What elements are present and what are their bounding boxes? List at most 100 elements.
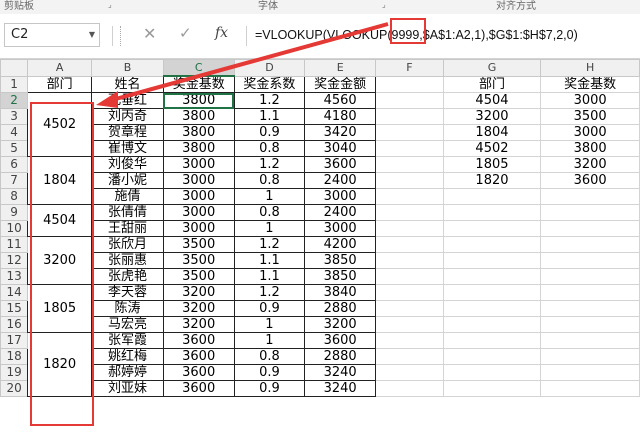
base-cell[interactable]: 3500 [162, 236, 235, 253]
lookup-dept-cell[interactable]: 4504 [442, 92, 542, 109]
lookup-base-cell[interactable]: 3200 [540, 156, 640, 173]
lookup-base-cell[interactable] [540, 252, 640, 269]
header-cell-h[interactable]: 奖金基数 [540, 75, 640, 93]
amount-cell[interactable]: 4180 [304, 108, 377, 125]
lookup-base-cell[interactable] [540, 348, 640, 365]
name-cell[interactable]: 郝婷婷 [91, 364, 164, 381]
row-header[interactable]: 8 [0, 188, 29, 205]
base-cell[interactable]: 3200 [162, 316, 235, 333]
lookup-dept-cell[interactable]: 4502 [442, 140, 542, 157]
lookup-base-cell[interactable] [540, 332, 640, 349]
base-cell[interactable]: 3800 [162, 140, 235, 157]
lookup-dept-cell[interactable] [442, 252, 542, 269]
empty-cell[interactable] [375, 332, 444, 349]
row-header[interactable]: 13 [0, 268, 29, 285]
coef-cell[interactable]: 0.8 [233, 140, 306, 157]
base-cell[interactable]: 3000 [162, 172, 235, 189]
empty-cell[interactable] [375, 380, 444, 397]
empty-cell[interactable] [375, 300, 444, 317]
base-cell[interactable]: 3200 [162, 284, 235, 301]
dept-merged-cell[interactable]: 4502 [27, 92, 93, 157]
header-cell-g[interactable]: 部门 [442, 75, 542, 93]
column-header-b[interactable]: B [91, 59, 164, 77]
row-header[interactable]: 20 [0, 380, 29, 397]
header-cell-e[interactable]: 奖金金额 [304, 75, 377, 93]
name-cell[interactable]: 姚红梅 [91, 348, 164, 365]
amount-cell[interactable]: 3600 [304, 156, 377, 173]
empty-cell[interactable] [375, 236, 444, 253]
row-header[interactable]: 14 [0, 284, 29, 301]
name-box[interactable]: C2 ▼ [4, 23, 100, 47]
select-all-corner[interactable] [0, 59, 29, 77]
name-cell[interactable]: 贺章程 [91, 124, 164, 141]
column-header-f[interactable]: F [375, 59, 444, 77]
name-cell[interactable]: 潘小妮 [91, 172, 164, 189]
row-header[interactable]: 18 [0, 348, 29, 365]
base-cell[interactable]: 3500 [162, 252, 235, 269]
amount-cell[interactable]: 3850 [304, 268, 377, 285]
lookup-base-cell[interactable] [540, 220, 640, 237]
coef-cell[interactable]: 1 [233, 188, 306, 205]
lookup-dept-cell[interactable]: 1805 [442, 156, 542, 173]
row-header[interactable]: 17 [0, 332, 29, 349]
amount-cell[interactable]: 3840 [304, 284, 377, 301]
row-header[interactable]: 6 [0, 156, 29, 173]
column-header-g[interactable]: G [442, 59, 542, 77]
coef-cell[interactable]: 1.1 [233, 108, 306, 125]
dept-merged-cell[interactable]: 4504 [27, 204, 93, 237]
row-header[interactable]: 9 [0, 204, 29, 221]
row-header[interactable]: 3 [0, 108, 29, 125]
base-cell[interactable]: 3800 [162, 124, 235, 141]
amount-cell[interactable]: 3200 [304, 316, 377, 333]
name-cell[interactable]: 刘亚妹 [91, 380, 164, 397]
dept-merged-cell[interactable]: 1804 [27, 156, 93, 205]
header-cell-c[interactable]: 奖金基数 [162, 75, 235, 93]
lookup-base-cell[interactable]: 3500 [540, 108, 640, 125]
row-header[interactable]: 1 [0, 75, 29, 93]
base-cell[interactable]: 3000 [162, 220, 235, 237]
lookup-dept-cell[interactable] [442, 332, 542, 349]
name-cell[interactable]: 张倩倩 [91, 204, 164, 221]
lookup-dept-cell[interactable] [442, 348, 542, 365]
coef-cell[interactable]: 1.2 [233, 92, 306, 109]
lookup-base-cell[interactable]: 3000 [540, 124, 640, 141]
header-cell-d[interactable]: 奖金系数 [233, 75, 306, 93]
base-cell[interactable]: 3600 [162, 348, 235, 365]
column-header-c[interactable]: C [162, 59, 235, 77]
row-header[interactable]: 11 [0, 236, 29, 253]
coef-cell[interactable]: 1.2 [233, 236, 306, 253]
amount-cell[interactable]: 3600 [304, 332, 377, 349]
name-cell[interactable]: 施倩 [91, 188, 164, 205]
empty-cell[interactable] [375, 188, 444, 205]
name-cell[interactable]: 张欣月 [91, 236, 164, 253]
name-cell[interactable]: 孔垂红 [91, 92, 164, 109]
base-cell[interactable]: 3200 [162, 300, 235, 317]
coef-cell[interactable]: 0.8 [233, 204, 306, 221]
amount-cell[interactable]: 3240 [304, 364, 377, 381]
base-cell[interactable]: 3600 [162, 380, 235, 397]
lookup-base-cell[interactable] [540, 316, 640, 333]
empty-cell[interactable] [375, 316, 444, 333]
lookup-dept-cell[interactable] [442, 284, 542, 301]
empty-cell[interactable] [375, 92, 444, 109]
cancel-icon[interactable]: ✕ [143, 24, 156, 43]
lookup-dept-cell[interactable] [442, 380, 542, 397]
lookup-dept-cell[interactable] [442, 236, 542, 253]
lookup-base-cell[interactable]: 3800 [540, 140, 640, 157]
base-cell[interactable]: 3600 [162, 364, 235, 381]
base-cell[interactable]: 3000 [162, 156, 235, 173]
coef-cell[interactable]: 0.8 [233, 172, 306, 189]
lookup-dept-cell[interactable] [442, 364, 542, 381]
base-cell[interactable]: 3800 [162, 92, 235, 109]
lookup-dept-cell[interactable]: 1820 [442, 172, 542, 189]
amount-cell[interactable]: 2880 [304, 300, 377, 317]
lookup-base-cell[interactable] [540, 236, 640, 253]
row-header[interactable]: 12 [0, 252, 29, 269]
empty-cell[interactable] [375, 124, 444, 141]
empty-cell[interactable] [375, 140, 444, 157]
coef-cell[interactable]: 1 [233, 220, 306, 237]
lookup-dept-cell[interactable] [442, 220, 542, 237]
row-header[interactable]: 5 [0, 140, 29, 157]
coef-cell[interactable]: 1.1 [233, 252, 306, 269]
lookup-dept-cell[interactable] [442, 300, 542, 317]
